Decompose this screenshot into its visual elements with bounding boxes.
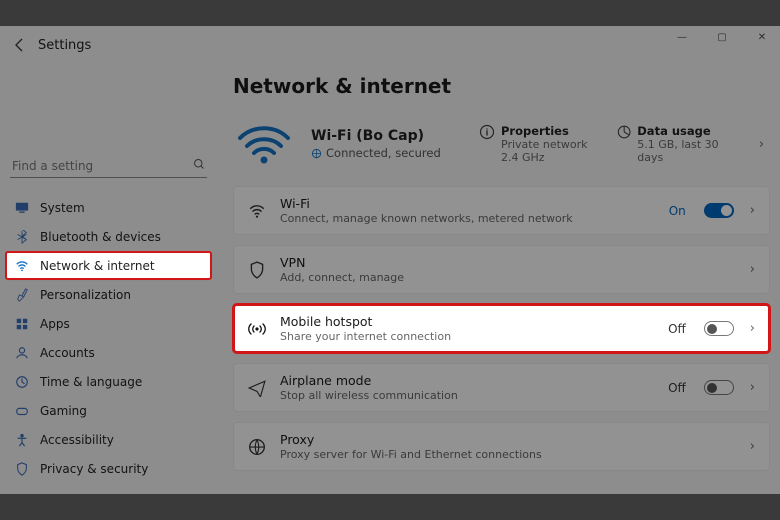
wifi-status: Connected, secured: [311, 146, 461, 160]
row-title: Airplane mode: [280, 373, 656, 388]
secured-icon: [311, 148, 322, 159]
sidebar-item-time[interactable]: Time & language: [6, 368, 211, 395]
properties-link[interactable]: Properties Private network 2.4 GHz: [479, 124, 599, 164]
apps-icon: [14, 317, 30, 331]
row-sub: Share your internet connection: [280, 330, 656, 343]
chevron-right-icon[interactable]: ›: [746, 439, 759, 454]
privacy-icon: [14, 462, 30, 476]
search-field[interactable]: [10, 154, 207, 178]
row-title: VPN: [280, 255, 734, 270]
arrow-left-icon: [12, 37, 28, 53]
hotspot-toggle[interactable]: [704, 321, 734, 336]
wifi-icon: [14, 259, 30, 273]
window-close-button[interactable]: ✕: [750, 32, 774, 43]
airplane-icon: [246, 379, 268, 397]
shield-icon: [246, 261, 268, 279]
info-icon: [479, 124, 495, 140]
sidebar-item-label: Network & internet: [40, 259, 203, 273]
sidebar: System Bluetooth & devices Network & int…: [0, 58, 215, 494]
row-proxy[interactable]: Proxy Proxy server for Wi-Fi and Etherne…: [233, 422, 770, 471]
chevron-right-icon[interactable]: ›: [746, 203, 759, 218]
sidebar-item-accessibility[interactable]: Accessibility: [6, 426, 211, 453]
sidebar-item-bluetooth[interactable]: Bluetooth & devices: [6, 223, 211, 250]
chevron-right-icon[interactable]: ›: [746, 321, 759, 336]
row-mobile-hotspot[interactable]: Mobile hotspot Share your internet conne…: [233, 304, 770, 353]
chevron-right-icon[interactable]: ›: [755, 137, 768, 152]
sidebar-item-privacy[interactable]: Privacy & security: [6, 455, 211, 482]
wifi-large-icon: [235, 122, 293, 166]
row-vpn[interactable]: VPN Add, connect, manage ›: [233, 245, 770, 294]
toggle-state-label: Off: [668, 381, 686, 395]
row-sub: Proxy server for Wi-Fi and Ethernet conn…: [280, 448, 734, 461]
sidebar-item-label: Apps: [40, 317, 203, 331]
sidebar-item-label: Accessibility: [40, 433, 203, 447]
wifi-toggle[interactable]: [704, 203, 734, 218]
toggle-state-label: Off: [668, 322, 686, 336]
sidebar-item-label: Gaming: [40, 404, 203, 418]
sidebar-item-label: Privacy & security: [40, 462, 203, 476]
data-usage-link[interactable]: Data usage 5.1 GB, last 30 days: [617, 124, 737, 164]
usage-title: Data usage: [637, 124, 737, 138]
search-input[interactable]: [12, 159, 193, 173]
sidebar-item-system[interactable]: System: [6, 194, 211, 221]
sidebar-item-gaming[interactable]: Gaming: [6, 397, 211, 424]
data-usage-icon: [617, 124, 631, 140]
row-sub: Connect, manage known networks, metered …: [280, 212, 657, 225]
sidebar-item-personalization[interactable]: Personalization: [6, 281, 211, 308]
sidebar-item-label: Time & language: [40, 375, 203, 389]
proxy-icon: [246, 438, 268, 456]
row-title: Proxy: [280, 432, 734, 447]
network-status-card: Wi-Fi (Bo Cap) Connected, secured Proper…: [233, 116, 770, 176]
row-title: Mobile hotspot: [280, 314, 656, 329]
time-icon: [14, 375, 30, 389]
back-button[interactable]: [12, 37, 28, 53]
accounts-icon: [14, 346, 30, 360]
sidebar-item-apps[interactable]: Apps: [6, 310, 211, 337]
airplane-toggle[interactable]: [704, 380, 734, 395]
toggle-state-label: On: [669, 204, 686, 218]
app-title: Settings: [38, 38, 91, 53]
sidebar-item-label: Personalization: [40, 288, 203, 302]
row-sub: Stop all wireless communication: [280, 389, 656, 402]
usage-sub: 5.1 GB, last 30 days: [637, 138, 737, 164]
properties-sub: Private network 2.4 GHz: [501, 138, 588, 164]
bluetooth-icon: [14, 230, 30, 244]
sidebar-item-label: System: [40, 201, 203, 215]
row-sub: Add, connect, manage: [280, 271, 734, 284]
display-icon: [14, 201, 30, 215]
sidebar-item-network[interactable]: Network & internet: [6, 252, 211, 279]
chevron-right-icon[interactable]: ›: [746, 380, 759, 395]
row-title: Wi-Fi: [280, 196, 657, 211]
chevron-right-icon[interactable]: ›: [746, 262, 759, 277]
row-wifi[interactable]: Wi-Fi Connect, manage known networks, me…: [233, 186, 770, 235]
main-content: Network & internet Wi-Fi (Bo Cap) Connec…: [215, 58, 780, 494]
wifi-icon: [246, 202, 268, 220]
window-minimize-button[interactable]: —: [670, 32, 694, 43]
sidebar-item-label: Bluetooth & devices: [40, 230, 203, 244]
brush-icon: [14, 288, 30, 302]
row-airplane[interactable]: Airplane mode Stop all wireless communic…: [233, 363, 770, 412]
properties-title: Properties: [501, 124, 588, 138]
sidebar-item-label: Accounts: [40, 346, 203, 360]
wifi-name: Wi-Fi (Bo Cap): [311, 128, 461, 144]
page-title: Network & internet: [233, 74, 770, 98]
window-maximize-button[interactable]: ▢: [710, 32, 734, 43]
accessibility-icon: [14, 433, 30, 447]
hotspot-icon: [246, 320, 268, 338]
search-icon: [193, 158, 205, 173]
sidebar-item-accounts[interactable]: Accounts: [6, 339, 211, 366]
gaming-icon: [14, 404, 30, 418]
